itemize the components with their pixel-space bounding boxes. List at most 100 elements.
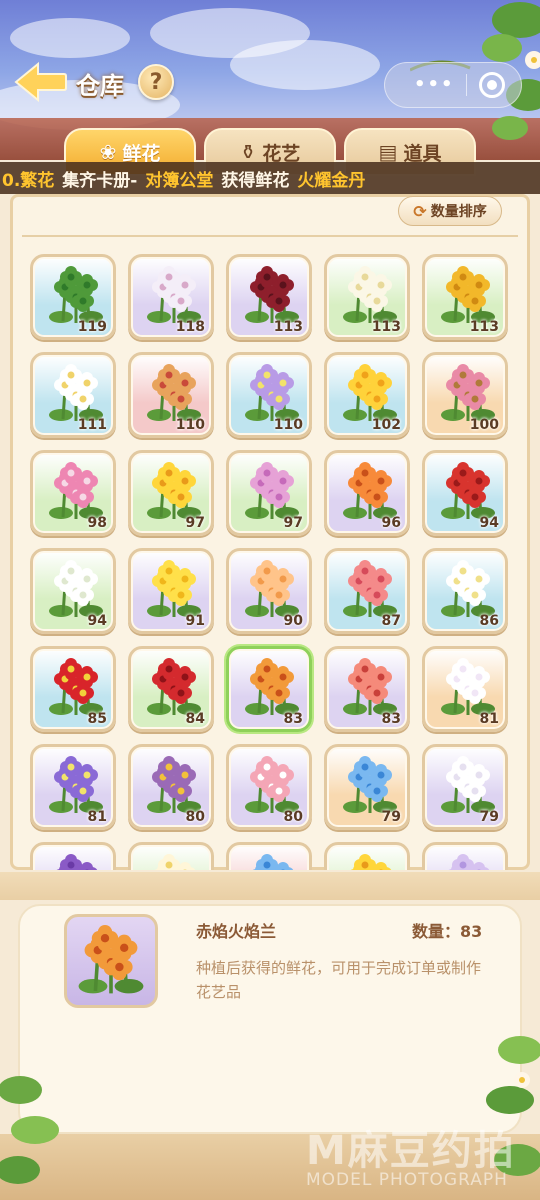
flower-item-white-magnolia[interactable]: 81 [422,646,508,732]
flower-item-african-violet[interactable]: 110 [226,352,312,438]
item-count: 96 [381,515,401,531]
flower-item-gardenia[interactable]: 113 [324,254,410,340]
small-white-icon [154,854,196,870]
flower-item-yellow-lily[interactable]: 97 [128,450,214,536]
yellow-bloom-icon [350,854,392,870]
flower-item-pink-lily[interactable]: 98 [30,450,116,536]
sort-label: 数量排序 [430,204,487,220]
ticker-text: 0.繁花 [2,170,55,191]
help-button[interactable]: ? [138,64,174,100]
flower-item-blue-bloom[interactable] [226,842,312,870]
watermark-brand: M麻豆约拍 [306,1128,516,1174]
flower-item-cat-in-costume[interactable]: 110 [128,352,214,438]
selected-flower-name: 赤焰火焰兰 [196,922,277,941]
flower-item-white-lily[interactable]: 79 [422,744,508,830]
item-count: 80 [283,809,303,825]
item-count: 98 [87,515,107,531]
more-menu-icon[interactable]: ••• [414,74,455,95]
item-count: 100 [469,417,499,433]
item-count: 81 [479,711,499,727]
refresh-sort-icon: ⟳ [413,201,427,221]
flower-item-lilac-bloom[interactable] [422,842,508,870]
selected-flower-thumbnail [64,914,158,1008]
cloud [230,40,380,90]
item-count: 83 [381,711,401,727]
flower-item-coral-poppy[interactable]: 83 [324,646,410,732]
flower-item-red-rose[interactable]: 84 [128,646,214,732]
ticker-text: 获得鲜花 [221,170,290,191]
flower-item-white-wildflower[interactable]: 86 [422,548,508,634]
item-count: 118 [175,319,205,335]
page-title: 仓库 [76,72,124,100]
announcement-ticker: 0.繁花 集齐卡册- 对簿公堂 获得鲜花 火耀金丹 [0,162,540,194]
flower-item-coral-rose[interactable]: 87 [324,548,410,634]
leaf-decoration-icon [0,1076,59,1184]
item-count: 113 [273,319,303,335]
close-target-icon[interactable] [479,72,505,98]
flower-item-poinsettia[interactable]: 85 [30,646,116,732]
item-count: 83 [283,711,303,727]
flower-item-white-orchid[interactable]: 118 [128,254,214,340]
flower-item-iris[interactable]: 80 [128,744,214,830]
flower-item-white-jasmine[interactable]: 111 [30,352,116,438]
ticker-text: 火耀金丹 [297,170,366,191]
cloud [10,18,130,58]
item-count: 79 [479,809,499,825]
flower-item-small-white[interactable] [128,842,214,870]
item-count: 87 [381,613,401,629]
item-count: 97 [283,515,303,531]
fire-orchid-icon [78,925,144,994]
capsule-divider [466,74,467,96]
flower-item-red-chrysanthemum[interactable]: 94 [422,450,508,536]
detail-header-bar [0,872,540,900]
flower-item-pink-amaryllis[interactable]: 80 [226,744,312,830]
item-count: 81 [87,809,107,825]
item-count: 84 [185,711,205,727]
item-count: 113 [371,319,401,335]
flower-item-dark-red-bloom[interactable]: 113 [226,254,312,340]
flower-item-orange-poppy[interactable]: 96 [324,450,410,536]
sort-by-quantity-button[interactable]: ⟳ 数量排序 [398,196,502,226]
item-count: 94 [479,515,499,531]
flower-item-yellow-primrose[interactable]: 91 [128,548,214,634]
watermark-subtitle: MODEL PHOTOGRAPH [306,1170,508,1190]
flower-item-yellow-rose[interactable]: 102 [324,352,410,438]
item-count: 113 [469,319,499,335]
flower-item-lily-of-valley[interactable]: 94 [30,548,116,634]
item-count: 80 [185,809,205,825]
vase-icon: ⚱ [239,140,257,164]
flower-item-fire-orchid[interactable]: 83 [226,646,312,732]
item-count: 119 [77,319,107,335]
item-count: 102 [371,417,401,433]
back-arrow-icon[interactable] [12,60,68,104]
item-count: 94 [87,613,107,629]
item-count: 97 [185,515,205,531]
item-count: 110 [273,417,303,433]
selected-flower-quantity: 数量：83 [412,922,483,941]
item-count: 79 [381,809,401,825]
item-count: 91 [185,613,205,629]
ticker-text: 对簿公堂 [145,170,214,191]
flower-item-yellow-chrysanthemum[interactable]: 113 [422,254,508,340]
item-count: 111 [77,417,107,433]
flower-item-basket-flowers[interactable]: 100 [422,352,508,438]
purple-allium-icon [56,854,98,870]
ticker-text: 集齐卡册- [62,170,138,191]
flower-item-blue-rose[interactable]: 79 [324,744,410,830]
item-count: 110 [175,417,205,433]
selected-flower-description: 种植后获得的鲜花，可用于完成订单或制作花艺品 [196,959,482,1001]
flower-item-purple-pansy[interactable]: 81 [30,744,116,830]
flower-item-fern[interactable]: 119 [30,254,116,340]
item-count: 90 [283,613,303,629]
flower-item-peach-primrose[interactable]: 90 [226,548,312,634]
flower-item-purple-allium[interactable] [30,842,116,870]
item-count: 85 [87,711,107,727]
flower-item-hyacinth[interactable]: 97 [226,450,312,536]
flower-grid[interactable]: 119 118 113 113 113 111 110 110 102 100 98 97 97 96 94… [22,238,518,870]
rose-icon: ❀ [99,140,117,164]
lilac-bloom-icon [448,854,490,870]
shelf-divider [22,235,518,237]
flower-item-yellow-bloom[interactable] [324,842,410,870]
question-icon: ? [149,69,163,95]
item-count: 86 [479,613,499,629]
